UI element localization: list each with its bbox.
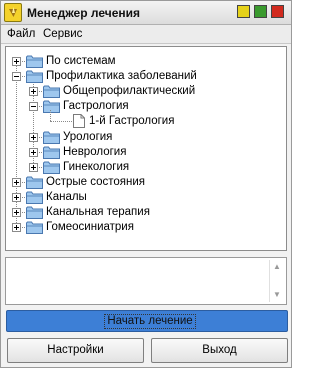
tree-node[interactable]: Гомеосиниатрия bbox=[6, 220, 276, 235]
folder-icon bbox=[26, 70, 43, 84]
tree-node-label: Неврология bbox=[63, 145, 127, 158]
tree-node-label: Урология bbox=[63, 130, 113, 143]
tree-node[interactable]: Общепрофилактический bbox=[6, 84, 276, 99]
tree-node-label: 1-й Гастрология bbox=[89, 115, 175, 128]
expand-plus-icon[interactable] bbox=[12, 208, 21, 217]
expand-plus-icon[interactable] bbox=[12, 223, 21, 233]
expand-plus-icon[interactable] bbox=[29, 147, 38, 157]
app-icon bbox=[4, 3, 22, 22]
tree-node[interactable]: Урология bbox=[6, 130, 276, 145]
expand-plus-icon[interactable] bbox=[12, 57, 21, 66]
exit-button[interactable]: Выход bbox=[151, 338, 288, 363]
collapse-minus-icon[interactable] bbox=[29, 102, 38, 112]
start-treatment-button[interactable]: Начать лечение bbox=[6, 310, 288, 332]
tree-node[interactable]: Канальная терапия bbox=[6, 205, 276, 220]
expand-plus-icon[interactable] bbox=[29, 162, 38, 172]
tree-node-label: Гастрология bbox=[63, 100, 129, 113]
folder-icon bbox=[43, 100, 60, 114]
expand-plus-icon[interactable] bbox=[12, 177, 21, 187]
folder-icon bbox=[43, 85, 60, 99]
tree-view[interactable]: По системам Профилактика заболеваний Общеп… bbox=[5, 46, 287, 251]
folder-icon bbox=[43, 146, 60, 159]
tree-node[interactable]: Неврология bbox=[6, 145, 276, 160]
expand-plus-icon[interactable] bbox=[29, 87, 38, 97]
tree-node-label: Общепрофилактический bbox=[63, 85, 196, 98]
menu-file[interactable]: Файл bbox=[7, 28, 35, 40]
settings-button[interactable]: Настройки bbox=[7, 338, 144, 363]
folder-icon bbox=[26, 176, 43, 189]
tree-connector-line bbox=[50, 121, 72, 123]
tree-node-label: Острые состояния bbox=[46, 175, 146, 188]
scroll-down-arrow-icon[interactable]: ▼ bbox=[273, 290, 281, 299]
folder-icon bbox=[26, 55, 43, 68]
tree-node-label: Канальная терапия bbox=[46, 206, 150, 218]
tree-node[interactable]: Каналы bbox=[6, 190, 276, 205]
folder-icon bbox=[43, 161, 60, 174]
close-button[interactable] bbox=[271, 5, 284, 18]
collapse-minus-icon[interactable] bbox=[12, 72, 21, 82]
minimize-button[interactable] bbox=[237, 5, 250, 18]
window-title: Менеджер лечения bbox=[27, 6, 141, 20]
tree-node-label: Каналы bbox=[46, 190, 87, 203]
tree-node[interactable]: Гастрология bbox=[6, 99, 276, 114]
folder-icon bbox=[26, 221, 43, 235]
maximize-button[interactable] bbox=[254, 5, 267, 18]
start-treatment-label: Начать лечение bbox=[104, 314, 196, 329]
vertical-scrollbar[interactable]: ▲ ▼ bbox=[269, 260, 284, 302]
tree-node-label: По системам bbox=[46, 55, 116, 67]
title-bar[interactable]: Менеджер лечения bbox=[1, 1, 291, 25]
tree-node[interactable]: Острые состояния bbox=[6, 175, 276, 190]
tree-node[interactable]: Гинекология bbox=[6, 160, 276, 175]
description-text-area[interactable]: ▲ ▼ bbox=[5, 257, 287, 305]
menu-service[interactable]: Сервис bbox=[43, 28, 82, 40]
document-icon bbox=[73, 114, 85, 129]
tree-node-label: Профилактика заболеваний bbox=[46, 70, 197, 83]
folder-icon bbox=[26, 191, 43, 204]
tree-connector-line bbox=[50, 110, 51, 122]
tree-node-label: Гомеосиниатрия bbox=[46, 221, 134, 234]
tree-node-label: Гинекология bbox=[63, 160, 130, 173]
folder-icon bbox=[26, 206, 43, 219]
tree-node[interactable]: По системам bbox=[6, 54, 276, 69]
treatment-manager-window: Менеджер лечения Файл Сервис По системам… bbox=[0, 0, 292, 368]
tree-node[interactable]: 1-й Гастрология bbox=[6, 110, 276, 129]
expand-plus-icon[interactable] bbox=[12, 192, 21, 202]
menu-bar: Файл Сервис bbox=[1, 25, 291, 44]
tree-node[interactable]: Профилактика заболеваний bbox=[6, 69, 276, 84]
folder-icon bbox=[43, 131, 60, 144]
expand-plus-icon[interactable] bbox=[29, 132, 38, 142]
scroll-up-arrow-icon[interactable]: ▲ bbox=[273, 262, 281, 271]
